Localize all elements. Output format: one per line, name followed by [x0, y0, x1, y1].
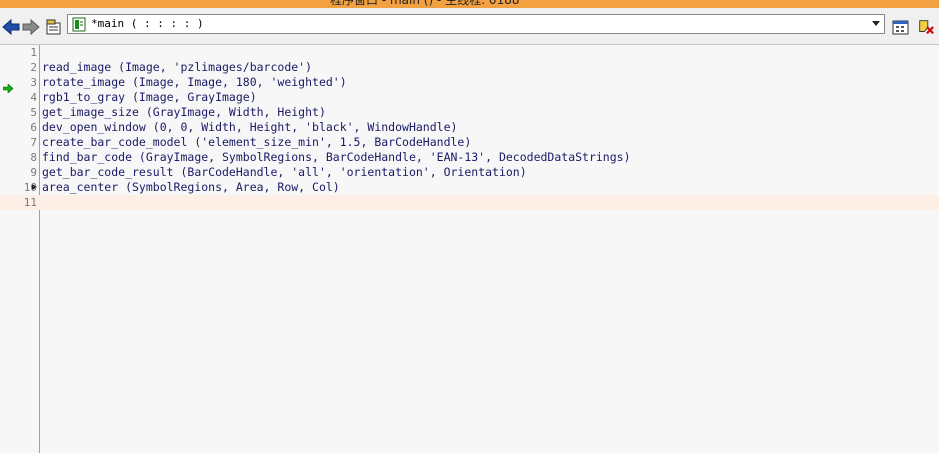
procedure-select-value: *main ( : : : : )	[91, 17, 204, 30]
procedure-select[interactable]: *main ( : : : : )	[67, 14, 885, 34]
code-line[interactable]: 10 area_center (SymbolRegions, Area, Row…	[0, 180, 939, 195]
code-line[interactable]: 8 find_bar_code (GrayImage, SymbolRegion…	[0, 150, 939, 165]
code-line[interactable]: 9 get_bar_code_result (BarCodeHandle, 'a…	[0, 165, 939, 180]
line-number: 1	[30, 46, 37, 59]
code-text[interactable]: get_image_size (GrayImage, Width, Height…	[42, 105, 326, 120]
code-line[interactable]: 4 rgb1_to_gray (Image, GrayImage)	[0, 90, 939, 105]
window-title: 程序窗口 - main () - 主线程: 0188	[330, 0, 520, 7]
procedure-list-icon[interactable]	[45, 18, 63, 36]
line-number: 7	[30, 136, 37, 149]
code-text[interactable]: rgb1_to_gray (Image, GrayImage)	[42, 90, 257, 105]
line-number: 3	[30, 76, 37, 89]
line-number: 2	[30, 61, 37, 74]
line-number: 4	[30, 91, 37, 104]
line-number: 6	[30, 121, 37, 134]
code-line[interactable]: 5 get_image_size (GrayImage, Width, Heig…	[0, 105, 939, 120]
program-editor[interactable]: 1 2 read_image (Image, 'pzlimages/barcod…	[0, 45, 939, 453]
code-text[interactable]: area_center (SymbolRegions, Area, Row, C…	[42, 180, 340, 195]
line-number: 8	[30, 151, 37, 164]
code-line[interactable]: 2 read_image (Image, 'pzlimages/barcode'…	[0, 60, 939, 75]
code-text[interactable]: dev_open_window (0, 0, Width, Height, 'b…	[42, 120, 457, 135]
code-line[interactable]: 1	[0, 45, 939, 60]
forward-arrow-icon[interactable]	[22, 18, 40, 36]
line-number: 10	[23, 181, 37, 194]
delete-procedure-icon[interactable]	[917, 18, 935, 36]
line-number: 11	[23, 196, 37, 209]
toolbar: *main ( : : : : )	[0, 8, 939, 45]
code-line[interactable]: 6 dev_open_window (0, 0, Width, Height, …	[0, 120, 939, 135]
title-bar: 程序窗口 - main () - 主线程: 0188	[0, 0, 939, 8]
code-text[interactable]: get_bar_code_result (BarCodeHandle, 'all…	[42, 165, 527, 180]
code-line[interactable]: 3 rotate_image (Image, Image, 180, 'weig…	[0, 75, 939, 94]
code-text[interactable]: rotate_image (Image, Image, 180, 'weight…	[42, 75, 347, 90]
procedure-interface-icon	[72, 17, 87, 36]
chevron-down-icon[interactable]	[872, 21, 880, 26]
line-number: 9	[30, 166, 37, 179]
line-number: 5	[30, 106, 37, 119]
code-text[interactable]: create_bar_code_model ('element_size_min…	[42, 135, 471, 150]
back-arrow-icon[interactable]	[2, 18, 20, 36]
code-line-current[interactable]: 11	[0, 195, 939, 210]
code-line[interactable]: 7 create_bar_code_model ('element_size_m…	[0, 135, 939, 150]
code-text[interactable]: read_image (Image, 'pzlimages/barcode')	[42, 60, 312, 75]
code-text[interactable]: find_bar_code (GrayImage, SymbolRegions,…	[42, 150, 631, 165]
procedure-settings-icon[interactable]	[892, 18, 910, 36]
